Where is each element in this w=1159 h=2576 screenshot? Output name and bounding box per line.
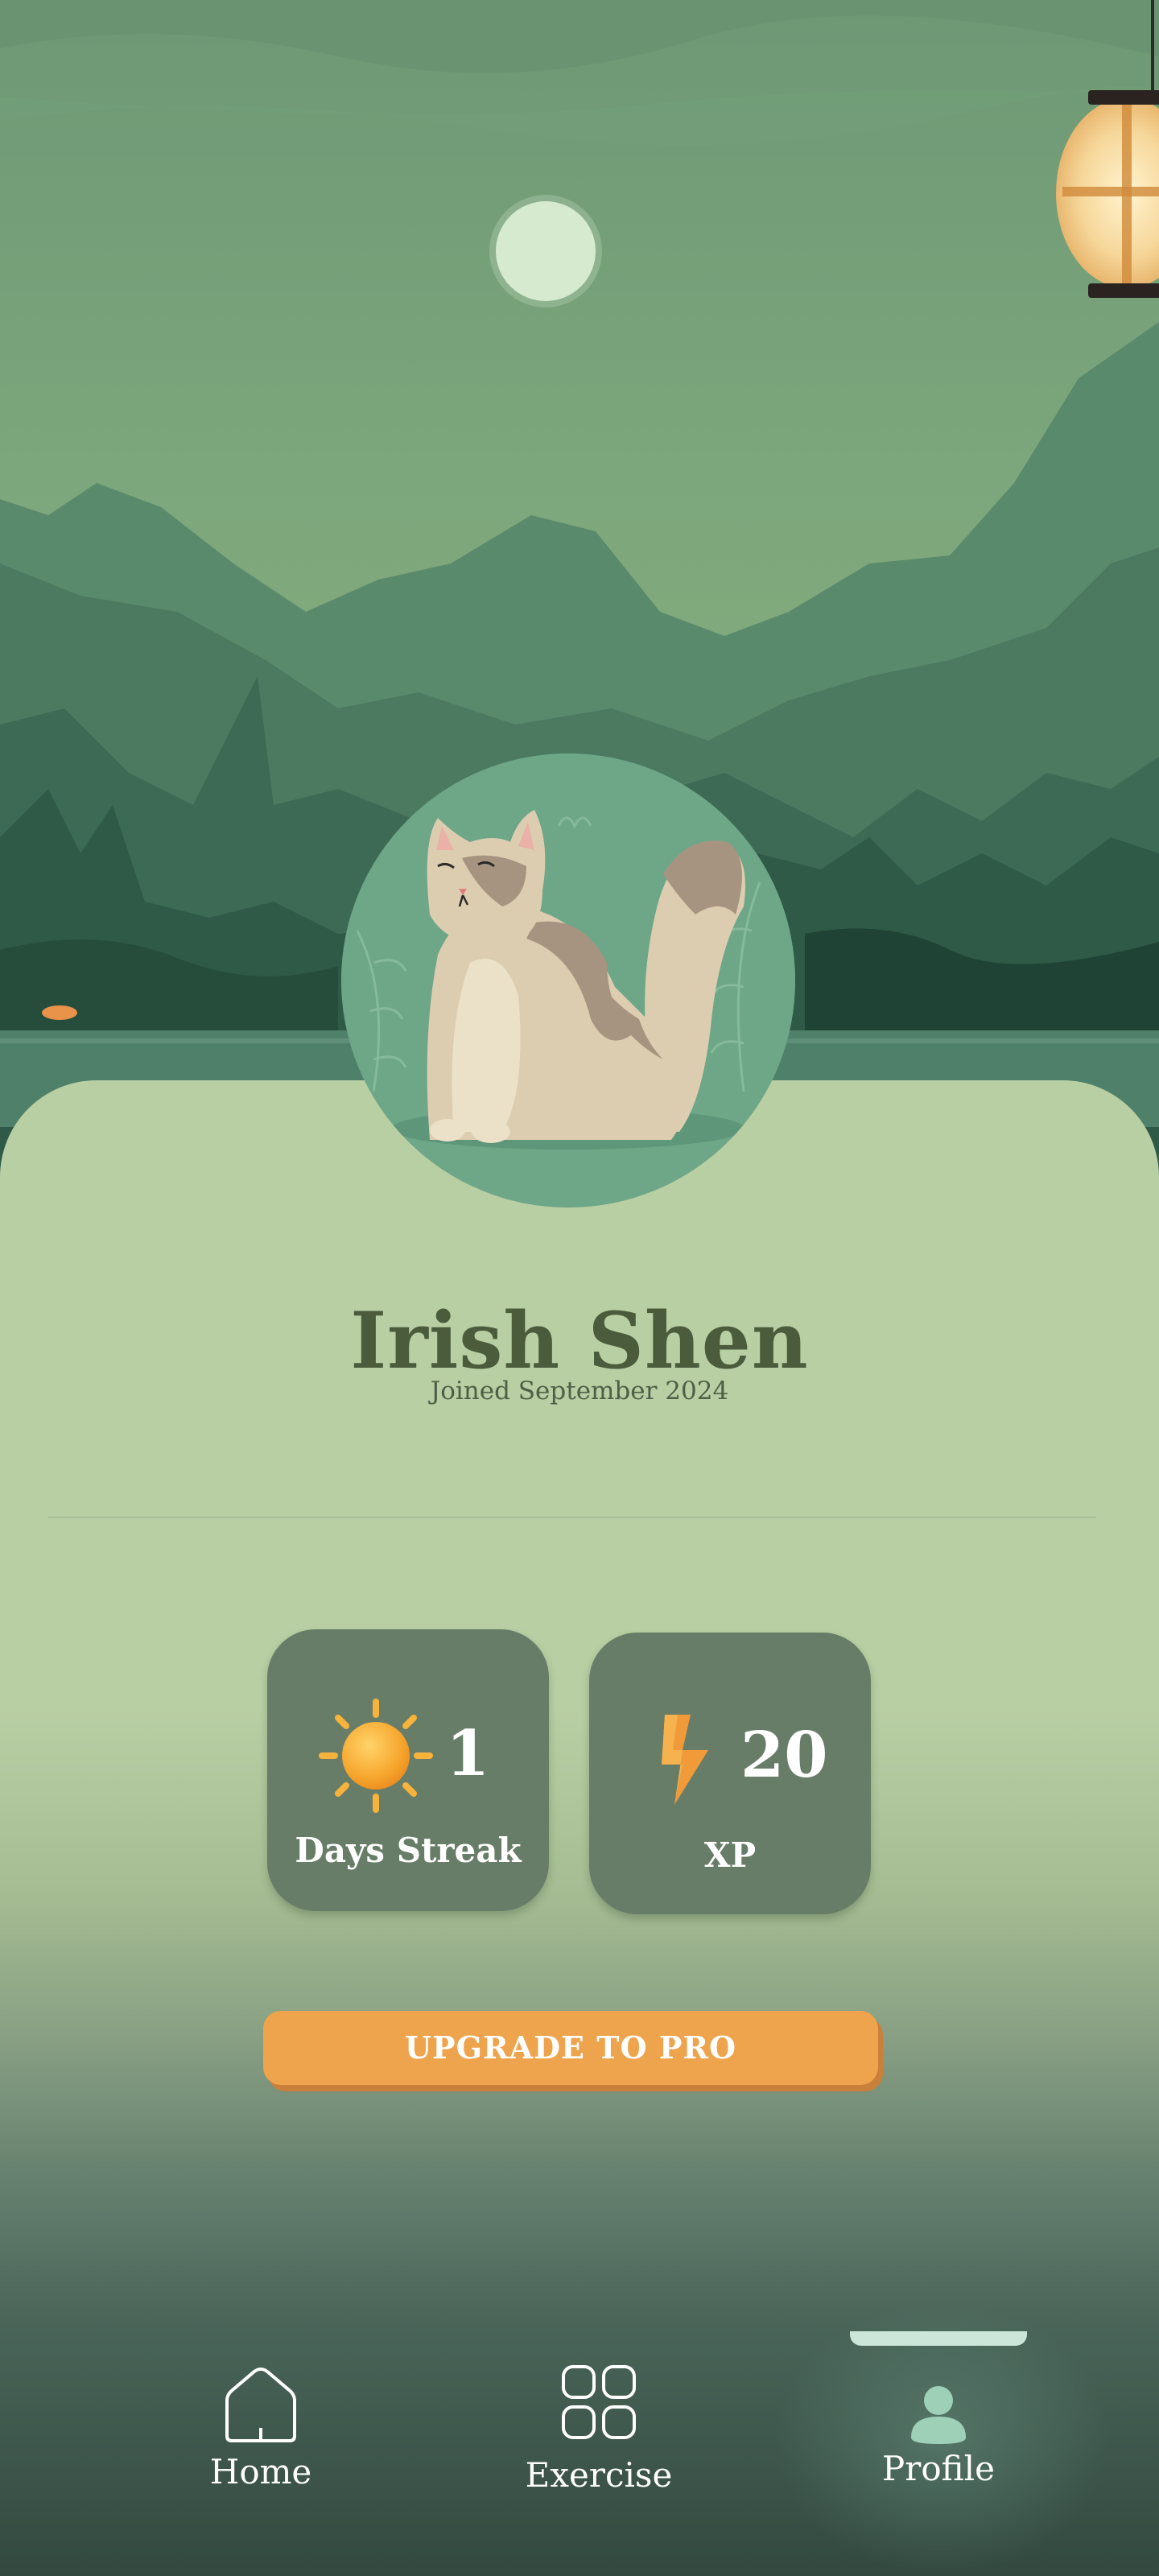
streak-label: Days Streak bbox=[295, 1831, 522, 1870]
section-divider bbox=[48, 1517, 1096, 1518]
bottom-nav: Home Exercise Profile bbox=[0, 2302, 1159, 2576]
grid-icon bbox=[562, 2365, 636, 2439]
streak-card[interactable]: 1 Days Streak bbox=[267, 1629, 549, 1911]
nav-exercise[interactable]: Exercise bbox=[462, 2302, 736, 2544]
nav-profile-label: Profile bbox=[882, 2449, 995, 2488]
person-icon bbox=[911, 2386, 966, 2444]
xp-card[interactable]: 20 XP bbox=[589, 1633, 871, 1914]
joined-date: Joined September 2024 bbox=[430, 1377, 729, 1406]
xp-label: XP bbox=[703, 1835, 757, 1875]
nav-exercise-label: Exercise bbox=[525, 2455, 673, 2495]
xp-value: 20 bbox=[740, 1719, 828, 1792]
streak-value: 1 bbox=[446, 1717, 490, 1790]
nav-home-label: Home bbox=[209, 2452, 312, 2491]
home-icon bbox=[225, 2368, 296, 2442]
nav-home[interactable]: Home bbox=[124, 2302, 398, 2544]
lightning-icon bbox=[662, 1715, 708, 1805]
nav-profile[interactable]: Profile bbox=[802, 2302, 1075, 2544]
upgrade-to-pro-button[interactable]: UPGRADE TO PRO bbox=[263, 2011, 878, 2085]
cat-avatar-icon[interactable] bbox=[341, 753, 795, 1208]
sun-icon bbox=[319, 1699, 433, 1813]
